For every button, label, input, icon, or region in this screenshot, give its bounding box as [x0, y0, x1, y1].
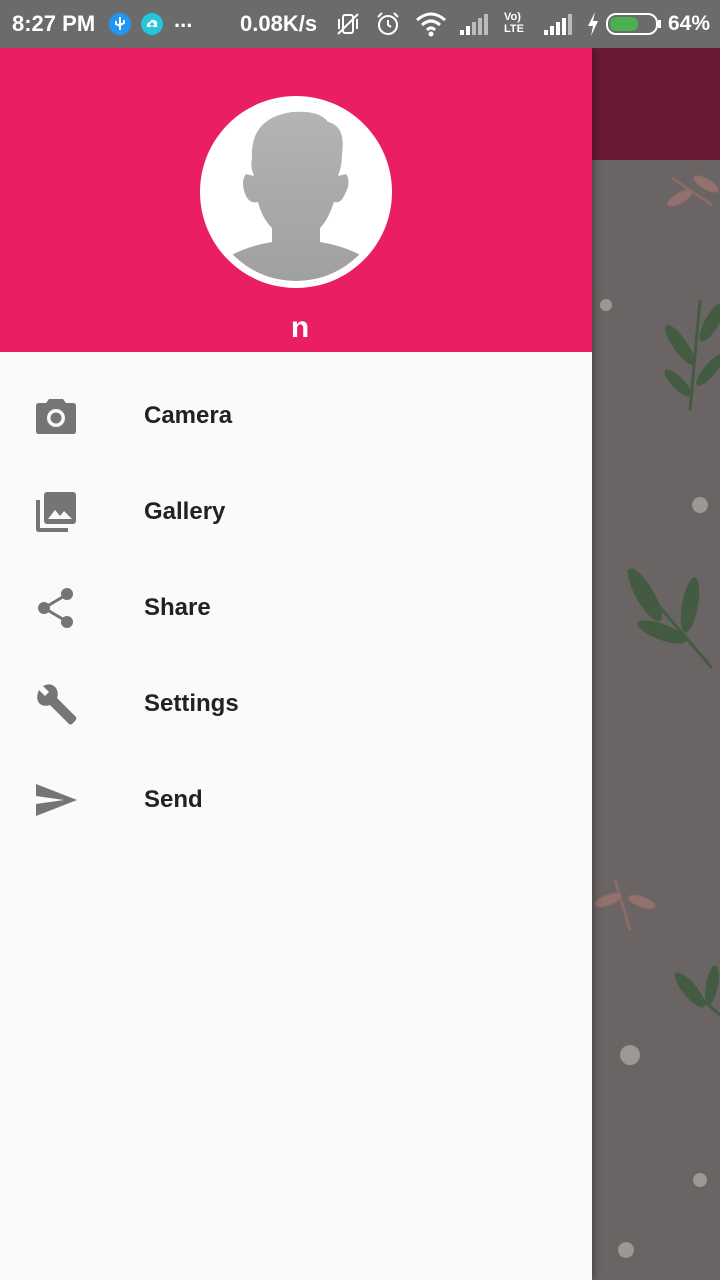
- battery-percent: 64%: [668, 12, 711, 35]
- leaf-decoration: [674, 965, 720, 1017]
- vibrate-off-icon: [334, 10, 362, 43]
- gallery-icon: [34, 490, 78, 534]
- charging-icon: [586, 10, 600, 43]
- user-name: n: [290, 311, 310, 344]
- person-placeholder-icon: [204, 100, 388, 284]
- menu-item-gallery[interactable]: Gallery: [0, 464, 592, 560]
- usb-icon: [108, 12, 132, 41]
- status-time: 8:27 PM: [12, 11, 96, 36]
- menu-label: Share: [144, 594, 211, 621]
- share-icon: [34, 586, 78, 630]
- flower-decoration: [600, 299, 708, 1258]
- signal-icon: [542, 14, 574, 41]
- menu-item-send[interactable]: Send: [0, 752, 592, 848]
- drawer-menu: Camera Gallery Share Settings Send: [0, 368, 592, 848]
- signal-weak-icon: [458, 14, 490, 41]
- cloud-upload-icon: [140, 12, 164, 41]
- dragonfly-decoration: [594, 879, 656, 931]
- drawer-header: n: [0, 48, 592, 352]
- menu-item-share[interactable]: Share: [0, 560, 592, 656]
- dragonfly-decoration: [667, 175, 719, 207]
- wrench-icon: [34, 682, 78, 726]
- volte-label: Vo) LTE: [504, 11, 524, 35]
- navigation-drawer: n Camera Gallery Share Settings Send: [0, 48, 592, 1280]
- send-icon: [34, 778, 78, 822]
- leaf-decoration: [664, 299, 720, 411]
- screen: 8:27 PM ... 0.08K/s Vo) LTE 64% n Camera…: [0, 0, 720, 1280]
- leaf-decoration: [626, 568, 714, 669]
- more-notifications: ...: [174, 7, 193, 32]
- menu-item-settings[interactable]: Settings: [0, 656, 592, 752]
- network-speed: 0.08K/s: [240, 11, 318, 36]
- battery-icon: [606, 12, 662, 41]
- menu-label: Send: [144, 786, 203, 813]
- avatar[interactable]: [200, 96, 392, 288]
- menu-label: Gallery: [144, 498, 226, 525]
- status-bar: 8:27 PM ... 0.08K/s Vo) LTE 64%: [0, 0, 720, 48]
- menu-label: Settings: [144, 690, 239, 717]
- menu-item-camera[interactable]: Camera: [0, 368, 592, 464]
- wifi-icon: [414, 10, 448, 43]
- alarm-icon: [374, 10, 402, 43]
- camera-icon: [34, 394, 78, 438]
- menu-label: Camera: [144, 402, 233, 429]
